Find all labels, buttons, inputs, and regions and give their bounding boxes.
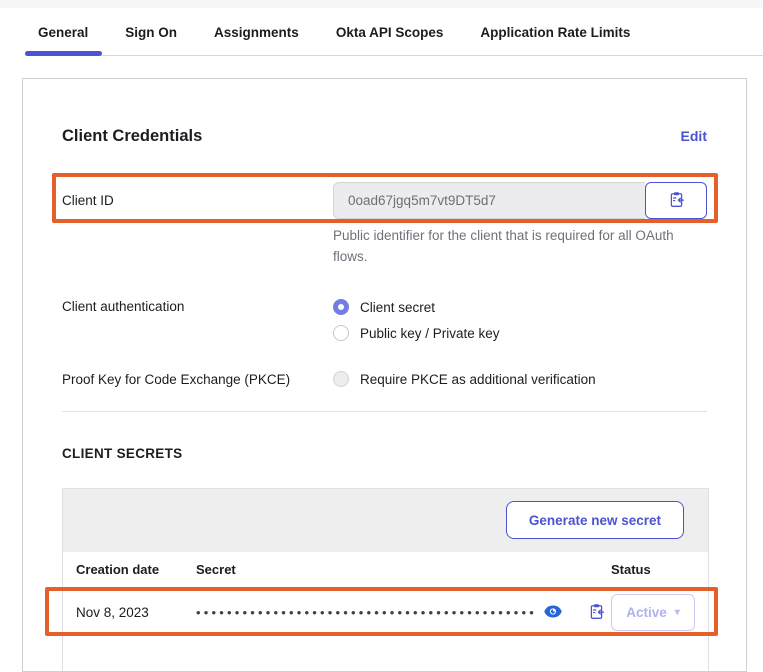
general-settings-card: Client Credentials Edit Client ID Public… — [22, 78, 747, 672]
radio-client-secret[interactable]: Client secret — [333, 295, 500, 319]
client-id-row: Client ID — [62, 182, 707, 219]
pkce-row: Proof Key for Code Exchange (PKCE) Requi… — [62, 367, 707, 391]
tab-assignments[interactable]: Assignments — [214, 8, 299, 56]
client-id-input-group — [333, 182, 707, 219]
client-secrets-title: CLIENT SECRETS — [62, 446, 707, 461]
secrets-table-header: Creation date Secret Status — [63, 552, 708, 588]
tab-general[interactable]: General — [38, 8, 88, 56]
copy-secret-button[interactable] — [588, 603, 605, 623]
tab-sign-on[interactable]: Sign On — [125, 8, 177, 56]
header-status: Status — [608, 562, 708, 577]
status-label: Active — [626, 605, 667, 620]
client-id-input[interactable] — [333, 182, 645, 219]
checkbox-unchecked-icon — [333, 371, 349, 387]
secrets-toolbar: Generate new secret — [63, 489, 708, 552]
section-title-client-credentials: Client Credentials — [62, 127, 202, 146]
caret-down-icon: ▾ — [675, 607, 680, 618]
pkce-checkbox-option[interactable]: Require PKCE as additional verification — [333, 367, 596, 391]
radio-public-private-key[interactable]: Public key / Private key — [333, 321, 500, 345]
client-id-helper-text: Public identifier for the client that is… — [333, 225, 685, 267]
reveal-secret-button[interactable] — [544, 605, 562, 621]
radio-selected-icon — [333, 299, 349, 315]
generate-new-secret-button[interactable]: Generate new secret — [506, 501, 684, 539]
client-id-helper-row: Public identifier for the client that is… — [62, 225, 707, 267]
section-divider — [62, 411, 707, 412]
eye-icon — [544, 605, 562, 621]
edit-link[interactable]: Edit — [681, 128, 707, 144]
clipboard-icon — [588, 603, 605, 623]
tab-okta-api-scopes[interactable]: Okta API Scopes — [336, 8, 444, 56]
masked-secret-value: ••••••••••••••••••••••••••••••••••••••••… — [196, 605, 537, 620]
copy-client-id-button[interactable] — [645, 182, 707, 219]
client-authentication-label: Client authentication — [62, 295, 333, 314]
app-tab-bar: General Sign On Assignments Okta API Sco… — [0, 8, 763, 56]
top-strip — [0, 0, 763, 8]
secret-status-dropdown[interactable]: Active ▾ — [611, 594, 695, 631]
radio-unselected-icon — [333, 325, 349, 341]
header-creation-date: Creation date — [63, 562, 196, 577]
client-secrets-table: Generate new secret Creation date Secret… — [62, 488, 709, 672]
secret-table-row: Nov 8, 2023 ••••••••••••••••••••••••••••… — [63, 588, 708, 637]
pkce-label: Proof Key for Code Exchange (PKCE) — [62, 372, 333, 387]
header-secret: Secret — [196, 562, 608, 577]
secret-creation-date: Nov 8, 2023 — [63, 605, 196, 620]
pkce-option-label: Require PKCE as additional verification — [360, 372, 596, 387]
radio-public-private-key-label: Public key / Private key — [360, 326, 500, 341]
radio-client-secret-label: Client secret — [360, 300, 435, 315]
client-id-label: Client ID — [62, 193, 333, 208]
client-credentials-header: Client Credentials Edit — [62, 127, 707, 146]
tab-application-rate-limits[interactable]: Application Rate Limits — [480, 8, 630, 56]
clipboard-icon — [668, 191, 685, 211]
client-authentication-row: Client authentication Client secret Publ… — [62, 295, 707, 345]
